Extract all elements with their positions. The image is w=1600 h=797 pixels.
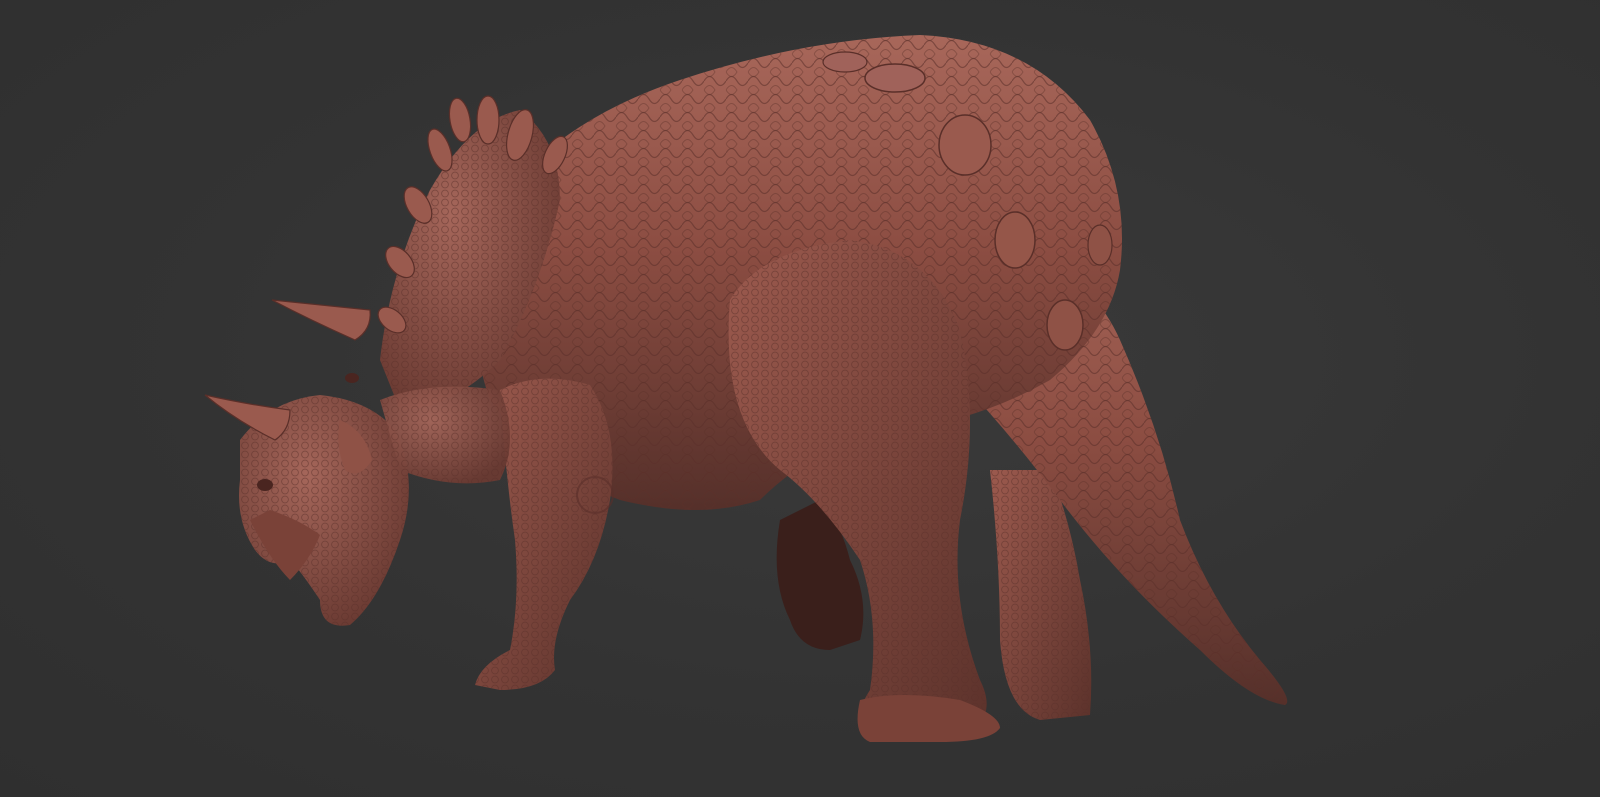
sculpt-viewport — [0, 0, 1600, 797]
head — [204, 299, 409, 626]
dinosaur-sculpt — [204, 35, 1288, 742]
